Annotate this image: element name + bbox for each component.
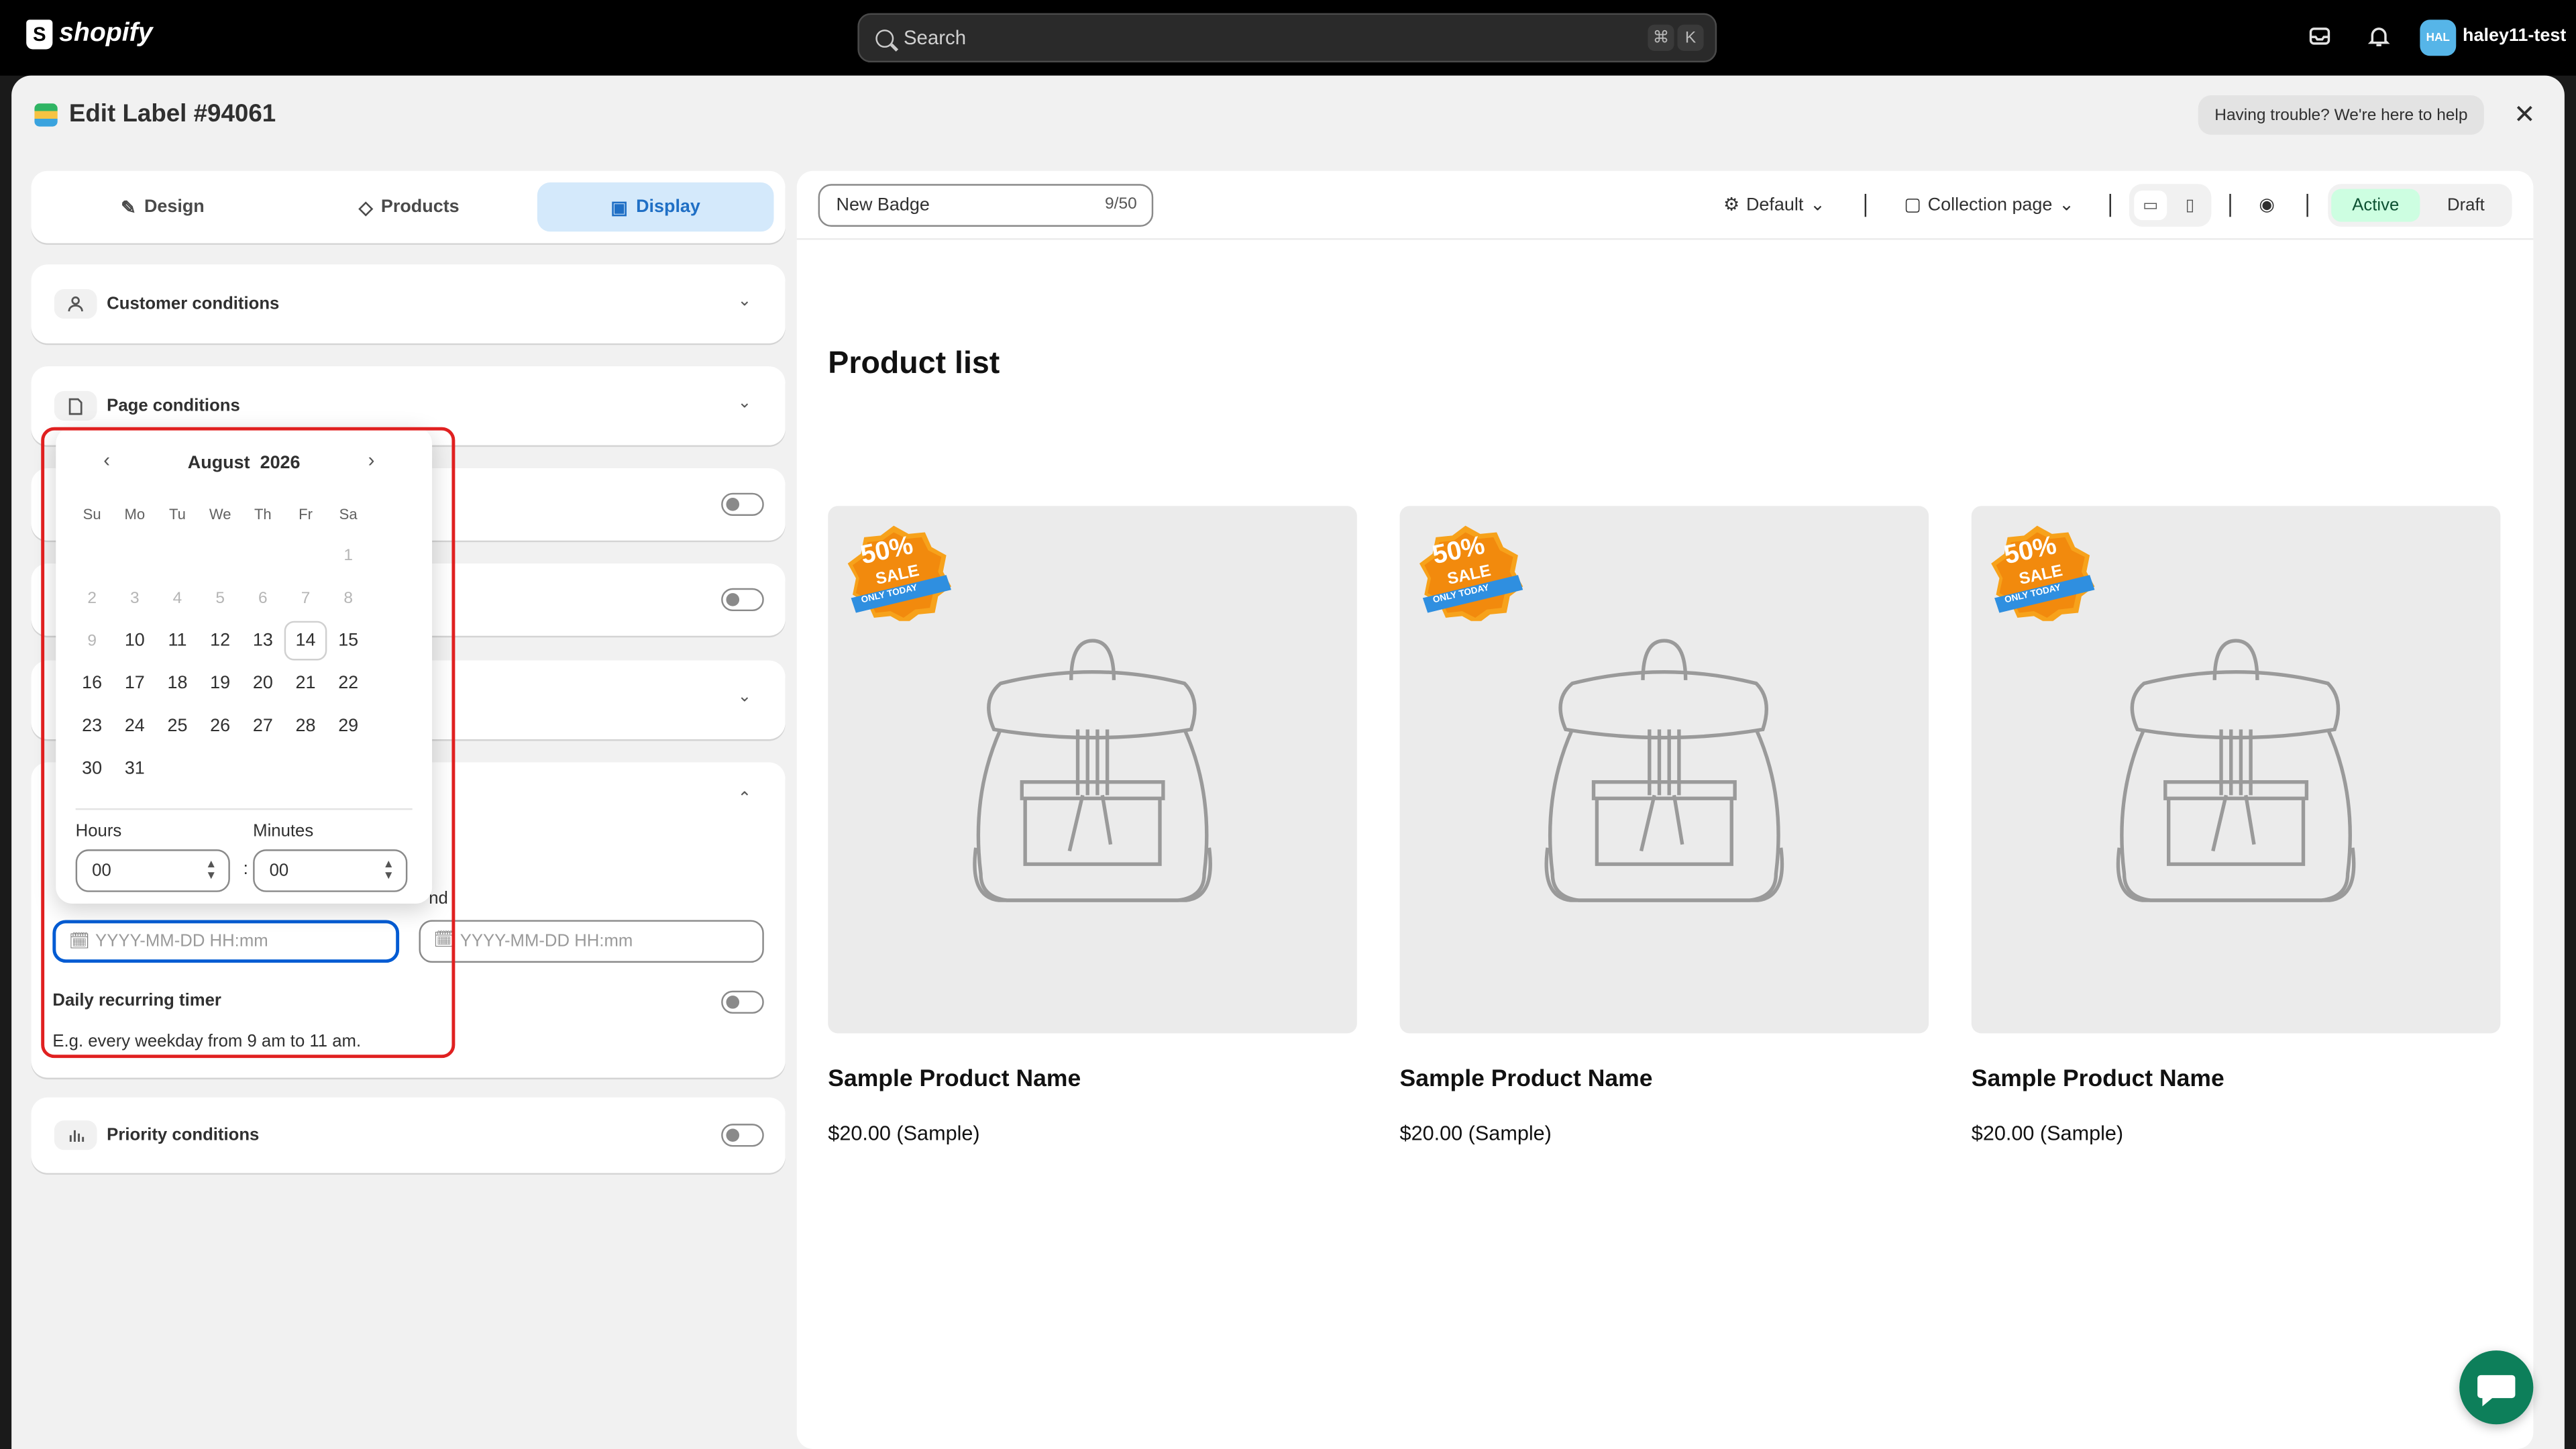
tab-products[interactable]: ◇ Products: [290, 182, 527, 231]
k-key: K: [1677, 24, 1704, 51]
product-image: 50% SALE ONLY TODAY: [1971, 506, 2501, 1034]
mobile-icon[interactable]: ▯: [2174, 191, 2206, 220]
status-toggle-group: Active Draft: [2328, 184, 2512, 227]
product-price: $20.00 (Sample): [828, 1122, 980, 1145]
section-4-toggle[interactable]: [721, 588, 764, 612]
product-name[interactable]: Sample Product Name: [1972, 1066, 2224, 1092]
shopify-logo[interactable]: shopify: [26, 19, 153, 50]
chat-bubble-icon: [2477, 1375, 2516, 1407]
bar-chart-icon: [54, 1120, 97, 1150]
avatar[interactable]: HAL: [2420, 19, 2457, 56]
top-bar: shopify Search ⌘ K HAL haley11-test: [0, 0, 2576, 76]
help-button[interactable]: Having trouble? We're here to help: [2198, 95, 2485, 135]
toolbar-divider: [796, 238, 2534, 240]
active-status-button[interactable]: Active: [2331, 189, 2420, 222]
app-frame: Edit Label #94061 Having trouble? We're …: [11, 75, 2565, 1449]
sale-badge: 50% SALE ONLY TODAY: [841, 519, 956, 625]
search-icon: [875, 28, 894, 47]
product-list-title: Product list: [828, 346, 1000, 382]
product-name[interactable]: Sample Product Name: [828, 1066, 1081, 1092]
page: shopify Search ⌘ K HAL haley11-test Edit…: [0, 0, 2576, 1449]
priority-toggle[interactable]: [721, 1124, 764, 1147]
template-icon: ⚙: [1723, 195, 1740, 215]
annotation-highlight-box: [41, 427, 455, 1059]
section-3-toggle[interactable]: [721, 492, 764, 516]
sale-badge: 50% SALE ONLY TODAY: [1413, 519, 1527, 625]
bell-icon[interactable]: [2366, 23, 2392, 49]
page-title: Edit Label #94061: [68, 100, 276, 129]
draft-status-button[interactable]: Draft: [2423, 189, 2508, 222]
close-icon[interactable]: ✕: [2514, 99, 2536, 131]
product-price: $20.00 (Sample): [1399, 1122, 1552, 1145]
chevron-up-icon[interactable]: ⌃: [738, 790, 752, 808]
magic-wand-icon: ✎: [121, 198, 136, 218]
tab-design-label: Design: [144, 197, 205, 217]
search-bar[interactable]: Search ⌘ K: [857, 13, 1717, 63]
tag-icon: ◇: [358, 198, 373, 218]
logo-text: shopify: [59, 19, 153, 48]
template-dropdown[interactable]: ⚙ Default ⌄: [1723, 194, 1825, 215]
customer-conditions-section[interactable]: Customer conditions ⌄: [31, 264, 786, 343]
device-toggle-group: ▭ ▯: [2129, 184, 2212, 227]
store-name[interactable]: haley11-test: [2463, 26, 2566, 46]
chat-button[interactable]: [2459, 1350, 2534, 1425]
sale-badge: 50% SALE ONLY TODAY: [1984, 519, 2099, 625]
tab-display[interactable]: ▣ Display: [537, 182, 774, 232]
recurring-timer-toggle[interactable]: [721, 990, 764, 1014]
badge-name-input[interactable]: New Badge 9/50: [818, 184, 1154, 227]
backpack-icon: [828, 639, 1357, 1034]
product-price: $20.00 (Sample): [1971, 1122, 2124, 1145]
command-key: ⌘: [1648, 24, 1674, 51]
char-count: 9/50: [1105, 195, 1137, 214]
preview-panel: New Badge 9/50 ⚙ Default ⌄ ▢ Collection …: [796, 170, 2534, 1449]
app-logo-icon: [34, 103, 58, 127]
preview-eye-icon[interactable]: ◉: [2259, 194, 2275, 215]
tab-design[interactable]: ✎ Design: [44, 182, 281, 231]
end-date-placeholder: YYYY-MM-DD HH:mm: [460, 931, 633, 951]
badge-name-value: New Badge: [836, 195, 930, 215]
tab-products-label: Products: [380, 197, 460, 217]
toolbar-separator: [2229, 193, 2231, 217]
end-date-input[interactable]: 🗓 YYYY-MM-DD HH:mm: [419, 920, 764, 963]
chevron-down-icon: ⌄: [737, 292, 752, 311]
toolbar-separator: [2109, 193, 2111, 217]
chevron-down-icon: ⌄: [2059, 195, 2074, 215]
shopify-bag-icon: [26, 19, 53, 50]
inbox-icon[interactable]: [2306, 23, 2332, 49]
page-icon: [54, 390, 97, 421]
template-value: Default: [1746, 195, 1804, 215]
priority-conditions-title: Priority conditions: [107, 1125, 260, 1145]
page-type-dropdown[interactable]: ▢ Collection page ⌄: [1904, 194, 2074, 215]
product-image: 50% SALE ONLY TODAY: [1399, 506, 1929, 1034]
tab-display-label: Display: [636, 197, 700, 217]
page-conditions-title: Page conditions: [107, 396, 240, 416]
chevron-down-icon: ⌄: [737, 394, 752, 413]
page-type-value: Collection page: [1927, 195, 2053, 215]
chevron-down-icon: ⌄: [1810, 195, 1825, 215]
image-icon: ▣: [610, 198, 628, 218]
page-icon: ▢: [1904, 195, 1921, 215]
product-image: 50% SALE ONLY TODAY: [828, 506, 1357, 1034]
toolbar-separator: [2306, 193, 2308, 217]
person-icon: [54, 289, 97, 319]
toolbar-separator: [1864, 193, 1867, 217]
product-name[interactable]: Sample Product Name: [1400, 1066, 1653, 1092]
backpack-icon: [1972, 639, 2501, 1034]
tab-bar: ✎ Design ◇ Products ▣ Display: [31, 170, 786, 244]
chevron-down-icon: ⌄: [737, 688, 752, 707]
priority-conditions-section: Priority conditions: [31, 1097, 786, 1173]
customer-conditions-title: Customer conditions: [107, 294, 280, 314]
search-placeholder: Search: [903, 26, 967, 50]
desktop-icon[interactable]: ▭: [2134, 191, 2167, 221]
backpack-icon: [1400, 639, 1929, 1034]
